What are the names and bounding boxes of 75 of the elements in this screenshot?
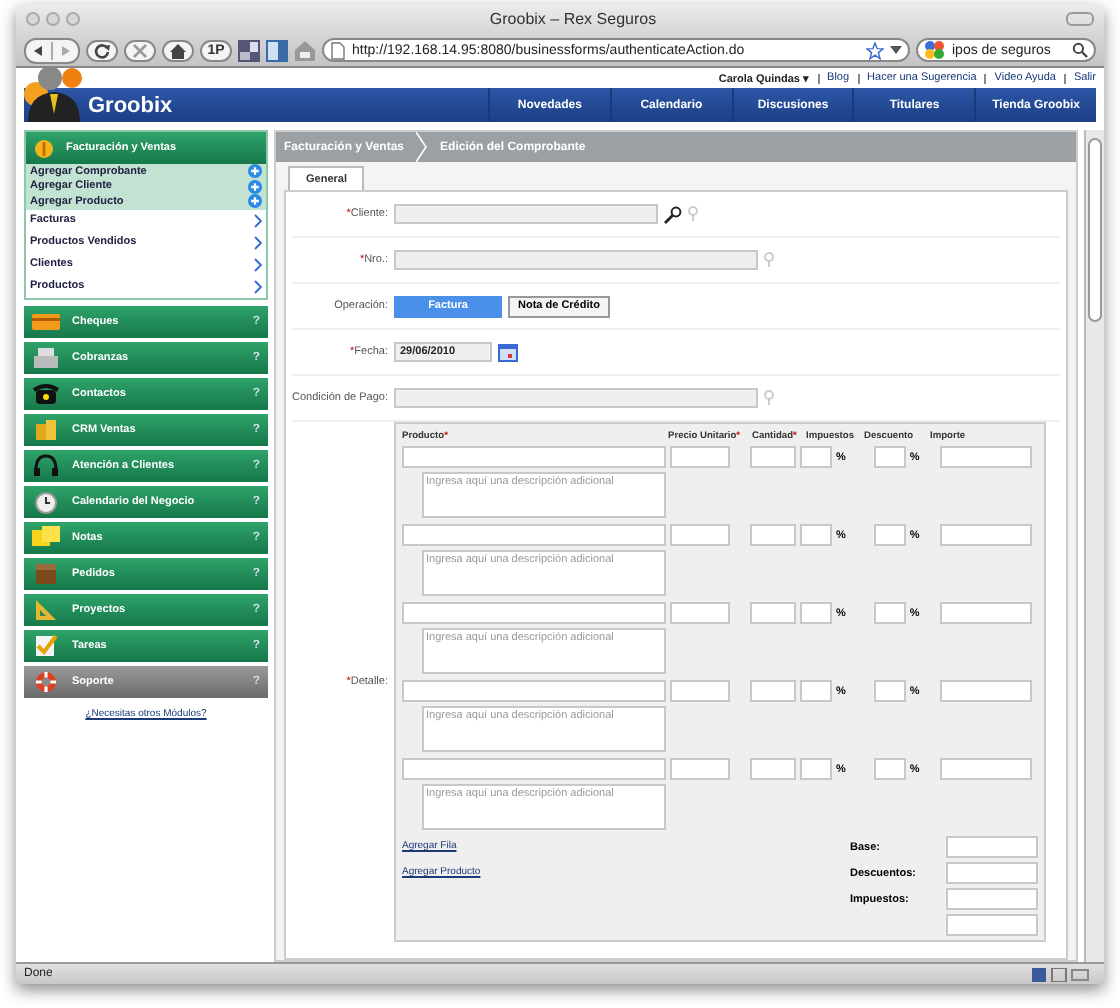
discount-field[interactable] [873,446,906,468]
caret-icon[interactable] [890,46,902,54]
windows-icon[interactable] [238,39,260,61]
search-engine-icon[interactable] [924,40,946,60]
search-icon[interactable] [1072,42,1088,58]
reload-button[interactable] [86,39,118,61]
page-icon [330,41,346,59]
help-icon[interactable] [764,390,774,406]
product-field[interactable] [402,758,666,780]
tax-field[interactable] [800,602,832,624]
tax-field[interactable] [800,524,832,546]
notes-icon [32,525,60,549]
help-icon[interactable] [764,252,774,268]
text-field[interactable] [394,250,758,270]
reload-icon [92,41,112,59]
help-icon[interactable] [688,206,698,222]
home-button[interactable] [162,39,194,61]
tax-field[interactable] [800,758,832,780]
back-forward-button[interactable] [24,37,80,63]
price-field[interactable] [670,680,730,702]
price-field[interactable] [670,758,730,780]
panel-icon[interactable] [266,39,288,61]
product-field[interactable] [402,446,666,468]
minimize-button[interactable] [46,12,60,26]
amount-field[interactable] [939,602,1032,624]
amount-field[interactable] [939,524,1032,546]
total-field[interactable] [946,862,1038,884]
amount-field[interactable] [939,446,1032,468]
total-field[interactable] [946,836,1038,858]
status-icons-drawing [1032,967,1092,981]
home-icon [168,41,188,59]
phone-icon [32,381,60,405]
window-title: Groobix – Rex Seguros [487,10,659,28]
scrollbar[interactable] [1084,130,1104,962]
tax-field[interactable] [800,680,832,702]
magnifier-icon[interactable] [664,205,682,223]
star-icon[interactable] [866,41,884,59]
pill-button[interactable] [1066,12,1094,26]
discount-field[interactable] [873,602,906,624]
house-icon[interactable] [294,39,316,61]
product-field[interactable] [402,680,666,702]
price-field[interactable] [670,602,730,624]
coin-icon [34,137,54,159]
tax-field[interactable] [800,446,832,468]
price-field[interactable] [670,524,730,546]
zoom-button[interactable] [66,12,80,26]
total-field[interactable] [946,914,1038,936]
stop-icon [130,41,150,59]
amount-field[interactable] [939,758,1032,780]
discount-field[interactable] [873,758,906,780]
quantity-field[interactable] [750,602,796,624]
calendar-icon[interactable] [498,343,518,361]
quantity-field[interactable] [750,680,796,702]
checklist-icon [32,633,60,657]
clock-icon [32,489,60,513]
product-field[interactable] [402,602,666,624]
text-field[interactable] [394,204,658,224]
logo-text: Groobix [88,93,173,117]
lifebuoy-icon [32,669,60,693]
card-icon [32,309,60,333]
quantity-field[interactable] [750,524,796,546]
total-field[interactable] [946,888,1038,910]
text-field[interactable] [394,388,758,408]
quantity-field[interactable] [750,446,796,468]
headset-icon [32,453,60,477]
discount-field[interactable] [873,680,906,702]
cash-register-icon [32,345,60,369]
amount-field[interactable] [939,680,1032,702]
quantity-field[interactable] [750,758,796,780]
close-button[interactable] [26,12,40,26]
discount-field[interactable] [873,524,906,546]
coins-icon [32,417,60,441]
product-field[interactable] [402,524,666,546]
price-field[interactable] [670,446,730,468]
box-icon [32,561,60,585]
